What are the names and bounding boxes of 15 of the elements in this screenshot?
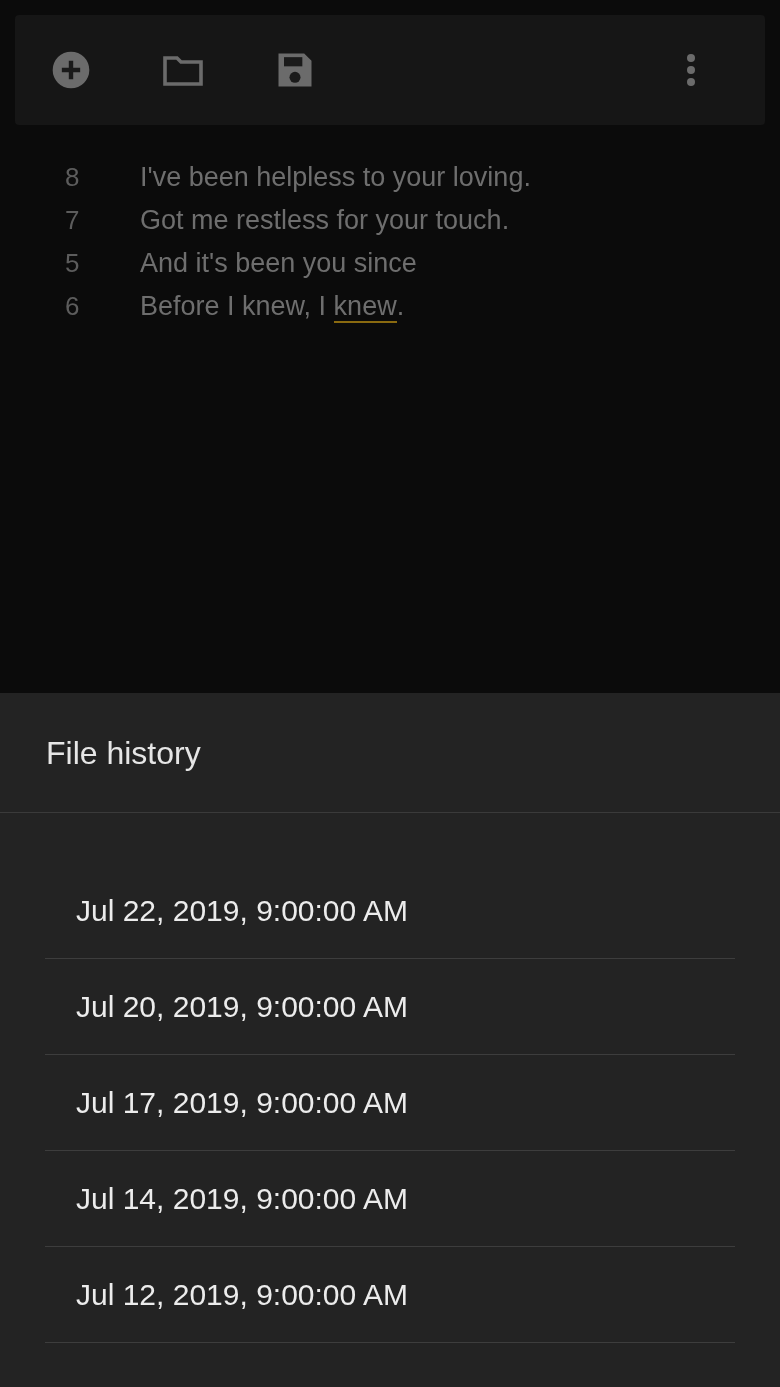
lyric-line: I've been helpless to your loving. [140, 161, 531, 195]
line-number: 7 [64, 204, 81, 237]
line-number: 8 [64, 161, 81, 194]
history-item[interactable]: Jul 17, 2019, 9:00:00 AM [45, 1055, 735, 1151]
more-icon [685, 52, 697, 88]
history-item[interactable]: Jul 14, 2019, 9:00:00 AM [45, 1151, 735, 1247]
sheet-title: File history [46, 733, 201, 773]
history-item[interactable]: Jul 22, 2019, 9:00:00 AM [45, 863, 735, 959]
lyric-line: Before I knew, I knew. [140, 290, 405, 326]
history-item[interactable]: Jul 20, 2019, 9:00:00 AM [45, 959, 735, 1055]
lyric-line: And it's been you since [140, 247, 417, 281]
line-number: 6 [64, 290, 81, 323]
history-item[interactable]: Jul 12, 2019, 9:00:00 AM [45, 1247, 735, 1343]
lyric-line: Got me restless for your touch. [140, 204, 510, 238]
line-number: 5 [64, 247, 81, 280]
